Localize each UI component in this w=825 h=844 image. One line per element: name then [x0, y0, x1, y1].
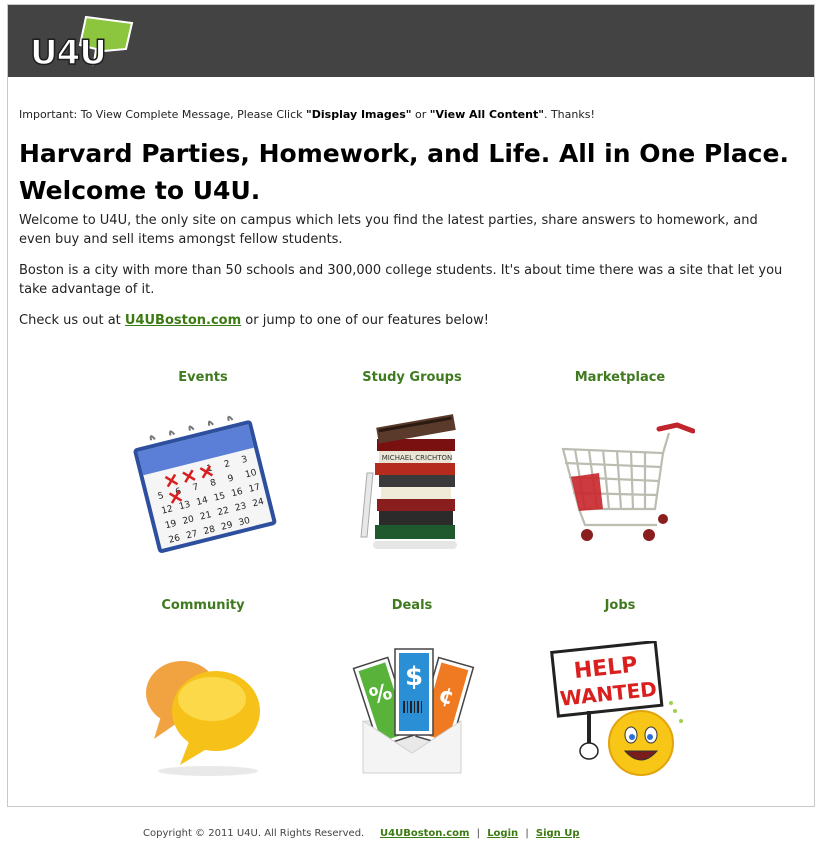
feature-deals-label: Deals [391, 598, 433, 613]
footer-login-link[interactable]: Login [487, 828, 518, 839]
u4u-logo[interactable]: U4U [28, 13, 138, 74]
check-suffix: or jump to one of our features below! [241, 313, 489, 328]
book-spine-text: MICHAEL CRICHTON [382, 454, 453, 462]
feature-marketplace[interactable]: Marketplace [520, 370, 720, 553]
notice-suffix: . Thanks! [543, 108, 595, 121]
calendar-icon: 1235678910121314151617192021222324262728… [133, 415, 277, 553]
feature-community-label: Community [161, 598, 245, 613]
feature-jobs-label: Jobs [604, 598, 636, 613]
feature-study-groups-label: Study Groups [362, 370, 462, 385]
feature-jobs[interactable]: Jobs HELP WANTED [520, 598, 720, 781]
intro-paragraph: Welcome to U4U, the only site on campus … [19, 213, 758, 247]
header-bar: U4U [8, 5, 814, 77]
notice-display-images: "Display Images" [306, 108, 412, 121]
footer-separator: | [525, 828, 529, 839]
footer-signup-link[interactable]: Sign Up [536, 828, 580, 839]
help-wanted-icon: HELP WANTED [550, 641, 683, 776]
feature-marketplace-label: Marketplace [574, 370, 666, 385]
notice-prefix: Important: To View Complete Message, Ple… [19, 108, 307, 121]
notice-view-all: "View All Content" [429, 108, 544, 121]
logo-text: U4U [29, 32, 107, 74]
feature-deals[interactable]: Deals % ¢ $ [312, 598, 512, 781]
speech-bubbles-icon [146, 661, 260, 776]
feature-events-label: Events [178, 370, 228, 385]
footer-site-link[interactable]: U4UBoston.com [380, 828, 469, 839]
footer-links: U4UBoston.com | Login | Sign Up [380, 828, 580, 839]
copyright-text: Copyright © 2011 U4U. All Rights Reserve… [143, 828, 365, 839]
check-prefix: Check us out at [19, 313, 125, 328]
boston-paragraph: Boston is a city with more than 50 schoo… [19, 263, 783, 297]
shopping-cart-icon [561, 422, 695, 541]
deal-dollar-label: $ [405, 662, 423, 692]
main-content: Important: To View Complete Message, Ple… [19, 108, 789, 342]
footer-separator: | [476, 828, 480, 839]
feature-events[interactable]: Events 123567891012131415161719202122232… [103, 370, 303, 553]
headline: Harvard Parties, Homework, and Life. All… [19, 135, 789, 209]
display-notice: Important: To View Complete Message, Ple… [19, 108, 789, 121]
books-icon: MICHAEL CRICHTON [360, 414, 457, 549]
coupons-icon: % ¢ $ [352, 648, 475, 774]
check-paragraph: Check us out at U4UBoston.com or jump to… [19, 311, 789, 330]
notice-or: or [411, 108, 430, 121]
headline-line2: Welcome to U4U. [19, 176, 261, 205]
u4uboston-link[interactable]: U4UBoston.com [125, 313, 241, 328]
headline-line1: Harvard Parties, Homework, and Life. All… [19, 139, 789, 168]
feature-study-groups[interactable]: Study Groups MICHAEL CRICHTON [312, 370, 512, 553]
feature-community[interactable]: Community [103, 598, 303, 781]
